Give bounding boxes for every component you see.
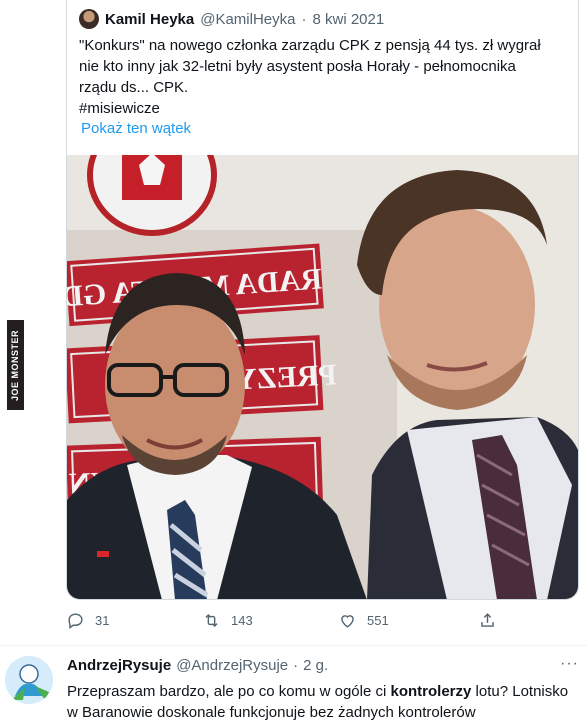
more-options-icon[interactable]: ···	[560, 655, 579, 673]
reply-button[interactable]: 31	[66, 611, 109, 630]
tweet-text-line: "Konkurs" na nowego członka zarządu CPK …	[79, 37, 541, 54]
watermark: JOE MONSTER	[7, 320, 24, 410]
avatar[interactable]	[5, 656, 53, 704]
author-name[interactable]: Kamil Heyka	[105, 11, 194, 28]
photo-illustration: RADA MIASTA GDY PREZY GDYN	[67, 155, 578, 599]
tweet-actions: 31 143 551	[66, 608, 566, 634]
like-button[interactable]: 551	[338, 611, 389, 630]
retweet-count: 143	[231, 613, 253, 628]
like-count: 551	[367, 613, 389, 628]
avatar[interactable]	[79, 9, 99, 29]
tweet-screenshot: Kamil Heyka @KamilHeyka · 8 kwi 2021 "Ko…	[0, 0, 587, 720]
separator: ·	[301, 10, 307, 28]
separator: ·	[293, 657, 299, 674]
share-icon	[481, 613, 494, 627]
reply-text-part: lotu? Lotnisko	[471, 683, 569, 700]
tweet-photo[interactable]: RADA MIASTA GDY PREZY GDYN	[67, 155, 578, 599]
avatar-illustration	[5, 656, 53, 704]
photo-sign-text: PREZY	[234, 358, 338, 396]
quoted-tweet-header: Kamil Heyka @KamilHeyka · 8 kwi 2021	[79, 9, 384, 29]
reply-text-bold: kontrolerzy	[390, 683, 472, 700]
hashtag-link[interactable]: #misiewicze	[79, 98, 569, 119]
tweet-text-line: rządu ds... CPK.	[79, 79, 189, 96]
retweet-icon	[205, 613, 218, 628]
quoted-tweet-card[interactable]: Kamil Heyka @KamilHeyka · 8 kwi 2021 "Ko…	[66, 0, 579, 600]
retweet-button[interactable]: 143	[202, 611, 253, 630]
reply-text-part: Przepraszam bardzo, ale po co komu w ogó…	[67, 683, 391, 700]
divider	[0, 645, 587, 646]
author-handle[interactable]: @KamilHeyka	[200, 11, 295, 28]
reply-count: 31	[95, 613, 110, 628]
author-handle[interactable]: @AndrzejRysuje	[176, 657, 288, 674]
tweet-time[interactable]: 2 g.	[303, 657, 328, 674]
quoted-tweet-text: "Konkurs" na nowego członka zarządu CPK …	[79, 35, 569, 119]
reply-icon	[68, 613, 83, 630]
reply-text-part: w Baranowie doskonale funkcjonuje bez ża…	[67, 704, 476, 720]
share-button[interactable]	[478, 611, 497, 630]
tweet-date[interactable]: 8 kwi 2021	[312, 11, 384, 28]
reply-header: AndrzejRysuje @AndrzejRysuje · 2 g.	[67, 657, 328, 674]
author-name[interactable]: AndrzejRysuje	[67, 657, 171, 674]
tweet-text-line: nie kto inny jak 32-letni były asystent …	[79, 58, 516, 75]
reply-text: Przepraszam bardzo, ale po co komu w ogó…	[67, 681, 582, 720]
heart-icon	[341, 615, 354, 628]
show-thread-link[interactable]: Pokaż ten wątek	[81, 120, 191, 137]
